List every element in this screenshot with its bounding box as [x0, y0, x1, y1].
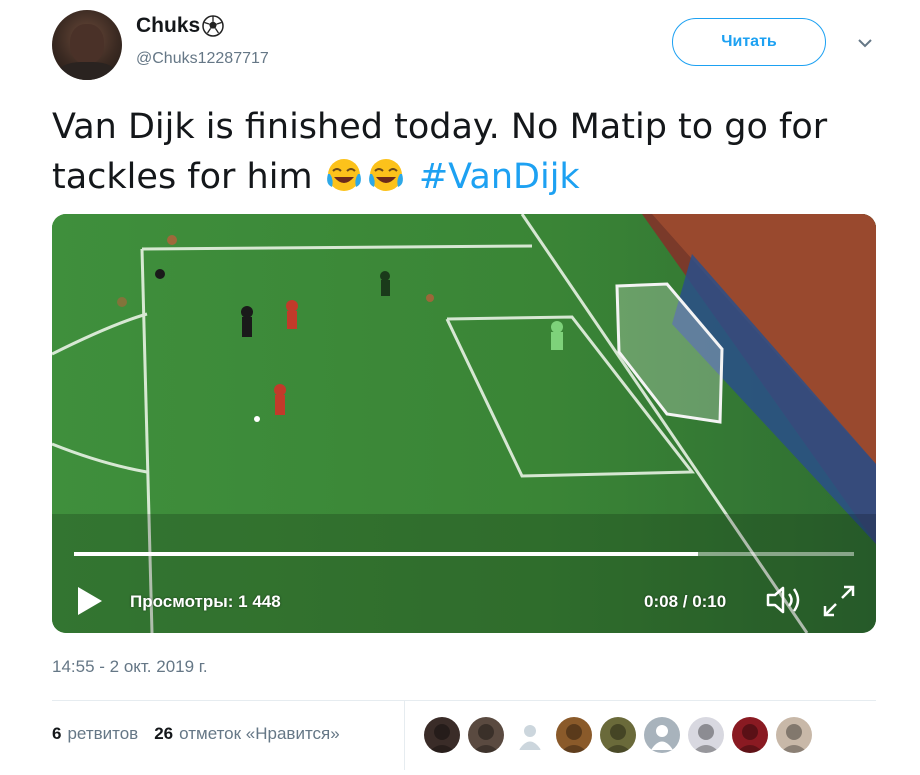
face-with-tears-of-joy-icon — [368, 159, 403, 191]
divider — [52, 700, 876, 701]
liker-avatar[interactable] — [776, 717, 812, 753]
video-progress-fill — [74, 552, 698, 556]
follow-button[interactable]: Читать — [672, 18, 826, 66]
liker-avatar[interactable] — [600, 717, 636, 753]
video-progress-bar[interactable] — [74, 552, 854, 556]
tweet-text: Van Dijk is finished today. No Matip to … — [52, 102, 892, 202]
author-name[interactable]: Chuks — [136, 14, 200, 38]
author-name-row[interactable]: Chuks — [136, 14, 224, 38]
video-player[interactable]: Просмотры: 1 448 0:08 / 0:10 — [52, 214, 876, 633]
likes-stat[interactable]: 26 отметок «Нравится» — [154, 724, 340, 744]
video-frame — [52, 214, 876, 633]
liker-avatar[interactable] — [688, 717, 724, 753]
chevron-down-icon[interactable] — [856, 36, 874, 50]
default-avatar-icon[interactable] — [512, 717, 548, 753]
retweets-label: ретвитов — [67, 724, 139, 743]
volume-icon[interactable] — [764, 584, 804, 616]
hashtag-link[interactable]: #VanDijk — [419, 157, 580, 197]
view-count: Просмотры: 1 448 — [130, 592, 281, 611]
fullscreen-icon[interactable] — [822, 584, 856, 618]
liker-avatar[interactable] — [556, 717, 592, 753]
liker-avatar[interactable] — [424, 717, 460, 753]
tweet-timestamp[interactable]: 14:55 - 2 окт. 2019 г. — [52, 657, 208, 677]
liker-avatar[interactable] — [468, 717, 504, 753]
likes-count: 26 — [154, 724, 174, 743]
author-handle[interactable]: @Chuks12287717 — [136, 50, 269, 68]
default-avatar-icon[interactable] — [644, 717, 680, 753]
liker-avatars — [424, 717, 812, 753]
face-with-tears-of-joy-icon — [326, 159, 361, 191]
liker-avatar[interactable] — [732, 717, 768, 753]
stats-divider — [404, 700, 405, 770]
retweets-stat[interactable]: 6 ретвитов — [52, 724, 138, 744]
soccer-ball-icon — [202, 15, 224, 37]
play-icon[interactable] — [74, 584, 104, 618]
author-avatar[interactable] — [52, 10, 122, 80]
tweet-stats: 6 ретвитов 26 отметок «Нравится» — [52, 724, 340, 744]
video-time: 0:08 / 0:10 — [644, 592, 727, 611]
retweets-count: 6 — [52, 724, 62, 743]
likes-label: отметок «Нравится» — [179, 724, 340, 743]
